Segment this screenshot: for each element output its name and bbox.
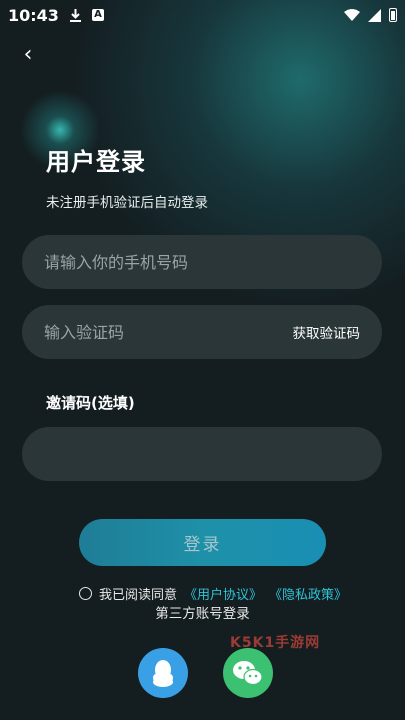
agree-radio[interactable] [79,587,92,600]
agreement-prefix: 我已阅读同意 [99,588,178,603]
wifi-icon [344,8,360,21]
invite-code-field[interactable] [22,427,382,481]
app-a-icon: A [91,9,104,21]
status-right [344,8,397,22]
qq-login-button[interactable] [138,648,188,698]
get-code-button[interactable]: 获取验证码 [293,322,361,342]
status-bar: 10:43 A [0,0,405,30]
battery-icon [389,8,397,22]
third-party-login-title: 第三方账号登录 [155,606,250,622]
phone-field[interactable] [22,235,382,289]
phone-input[interactable] [44,252,264,272]
invite-code-input[interactable] [44,444,264,464]
privacy-policy-link[interactable]: 《隐私政策》 [269,584,347,603]
agreement-row: 我已阅读同意 《用户协议》 《隐私政策》 [79,584,347,603]
wechat-icon [233,661,263,686]
page-subtitle: 未注册手机验证后自动登录 [46,195,208,211]
verification-code-input[interactable] [44,322,264,342]
back-icon: ‹ [23,42,33,67]
back-button[interactable]: ‹ [18,42,38,68]
verification-code-field[interactable]: 获取验证码 [22,305,382,359]
status-time: 10:43 [8,5,59,25]
login-button[interactable]: 登录 [79,519,326,566]
user-agreement-link[interactable]: 《用户协议》 [184,584,262,603]
invite-code-label: 邀请码(选填) [46,394,135,412]
wechat-login-button[interactable] [223,648,273,698]
download-icon [69,8,81,22]
status-left: 10:43 A [8,6,104,25]
signal-icon [368,8,381,22]
page-title: 用户登录 [46,148,146,176]
qq-icon [153,660,173,687]
